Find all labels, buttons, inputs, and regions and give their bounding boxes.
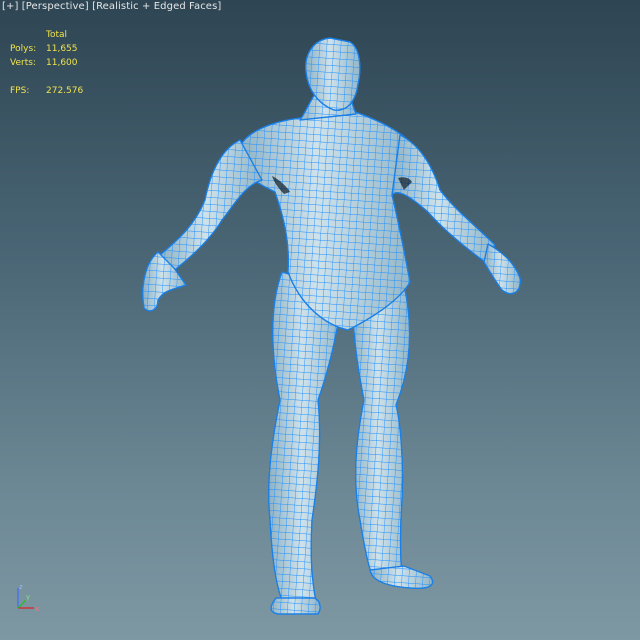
axis-tripod-gizmo: z x y bbox=[17, 583, 39, 613]
right-arm bbox=[391, 134, 521, 295]
head bbox=[299, 37, 361, 121]
left-arm bbox=[142, 139, 263, 312]
gizmo-z-label: z bbox=[19, 583, 23, 591]
torso bbox=[237, 111, 414, 331]
gizmo-x-label: x bbox=[35, 605, 39, 613]
gizmo-y-label: y bbox=[26, 593, 30, 601]
human-figure-mesh[interactable] bbox=[0, 0, 640, 640]
right-leg bbox=[351, 284, 434, 589]
perspective-viewport[interactable]: [+] [Perspective] [Realistic + Edged Fac… bbox=[0, 0, 640, 640]
